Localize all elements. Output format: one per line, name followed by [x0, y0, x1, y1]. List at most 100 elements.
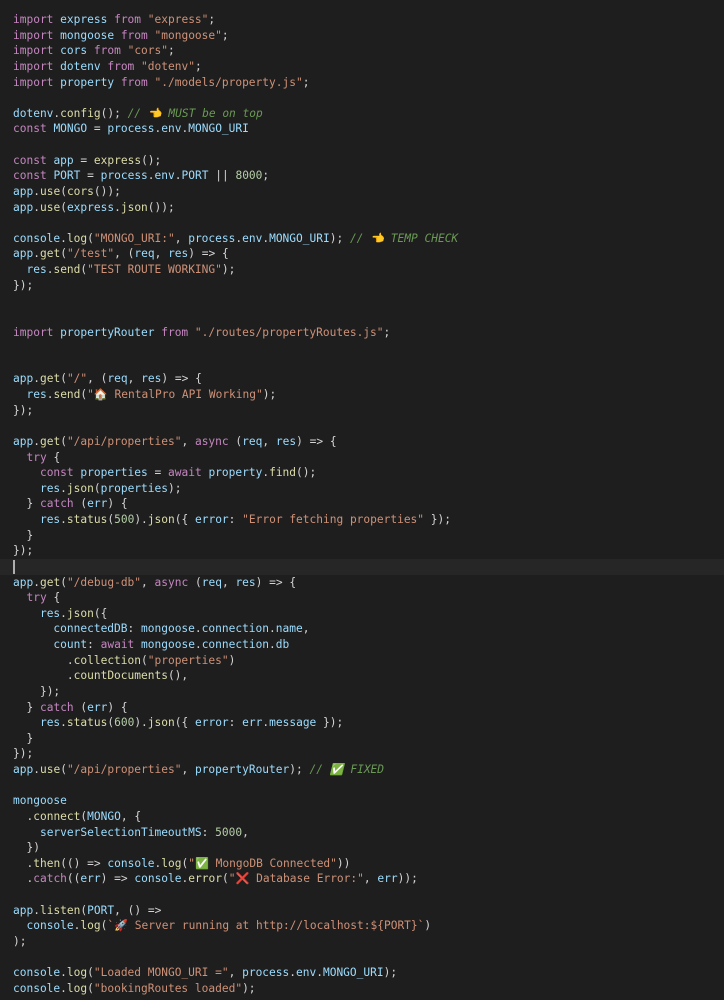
code-line[interactable] [0, 90, 724, 106]
code-punctuation: : [127, 622, 135, 636]
code-line[interactable]: res.json({ [0, 606, 724, 622]
code-line[interactable]: } catch (err) { [0, 700, 724, 716]
code-line[interactable]: } [0, 731, 724, 747]
code-template-string: `🚀 Server running at http://localhost:${… [107, 919, 425, 933]
code-function: express [93, 153, 142, 167]
code-punctuation: ( [194, 575, 202, 589]
code-punctuation: ) [107, 497, 115, 511]
code-punctuation: : [201, 825, 209, 839]
code-line[interactable] [0, 137, 724, 153]
code-line[interactable]: }); [0, 543, 724, 559]
code-line[interactable] [0, 778, 724, 794]
code-line[interactable]: res.send("🏠 RentalPro API Working"); [0, 387, 724, 403]
code-identifier: connection [201, 638, 270, 651]
code-line[interactable]: console.log("bookingRoutes loaded"); [0, 981, 724, 997]
code-line[interactable]: try { [0, 590, 724, 606]
code-variable: mongoose [141, 638, 195, 651]
code-line[interactable]: .collection("properties") [0, 653, 724, 669]
code-variable: console [13, 966, 61, 980]
code-line[interactable]: import property from "./models/property.… [0, 75, 724, 91]
code-identifier: connection [201, 622, 270, 636]
code-identifier: error [194, 513, 229, 526]
code-line[interactable]: const MONGO = process.env.MONGO_URI [0, 121, 724, 137]
code-keyword: catch [33, 872, 67, 886]
code-line[interactable] [0, 309, 724, 325]
code-punctuation: ; [208, 13, 216, 26]
code-line[interactable]: import dotenv from "dotenv"; [0, 59, 724, 75]
code-line[interactable] [0, 215, 724, 231]
code-function: send [53, 388, 81, 401]
code-line[interactable]: app.use(express.json()); [0, 200, 724, 216]
code-line[interactable]: import cors from "cors"; [0, 43, 724, 59]
code-variable: propertyRouter [60, 325, 155, 339]
code-line[interactable]: .connect(MONGO, { [0, 809, 724, 825]
code-line[interactable]: }); [0, 746, 724, 762]
code-line[interactable] [0, 293, 724, 309]
code-punctuation: ; [168, 44, 175, 58]
code-line[interactable] [0, 950, 724, 966]
code-punctuation: ( [87, 966, 94, 980]
code-line[interactable]: mongoose [0, 793, 724, 809]
code-line[interactable]: res.json(properties); [0, 481, 724, 497]
code-line[interactable]: app.use(cors()); [0, 184, 724, 200]
code-line[interactable]: app.use("/api/properties", propertyRoute… [0, 762, 724, 778]
code-line[interactable]: }); [0, 684, 724, 700]
code-line[interactable]: ); [0, 934, 724, 950]
code-variable: dotenv [13, 106, 54, 120]
code-identifier: name [275, 622, 303, 636]
code-function: get [39, 434, 61, 448]
code-line[interactable]: count: await mongoose.connection.db [0, 637, 724, 653]
code-line[interactable] [0, 887, 724, 903]
code-punctuation: , [114, 247, 121, 261]
code-line[interactable]: app.get("/", (req, res) => { [0, 371, 724, 387]
code-line[interactable]: console.log(`🚀 Server running at http://… [0, 918, 724, 934]
code-punctuation: (); [141, 153, 162, 167]
code-line[interactable]: res.send("TEST ROUTE WORKING"); [0, 262, 724, 278]
code-punctuation: = [154, 466, 162, 480]
code-punctuation: { [120, 497, 128, 511]
code-line[interactable]: .catch((err) => console.error("❌ Databas… [0, 871, 724, 887]
code-line[interactable]: const app = express(); [0, 153, 724, 169]
code-line[interactable]: import propertyRouter from "./routes/pro… [0, 325, 724, 341]
code-function: json [66, 481, 94, 495]
code-line[interactable]: console.log("Loaded MONGO_URI =", proces… [0, 965, 724, 981]
code-line[interactable]: .then(() => console.log("✅ MongoDB Conne… [0, 856, 724, 872]
code-punctuation: . [269, 622, 276, 636]
code-line[interactable]: try { [0, 450, 724, 466]
code-line[interactable] [0, 418, 724, 434]
code-line[interactable]: app.get("/debug-db", async (req, res) =>… [0, 575, 724, 591]
code-line[interactable]: }) [0, 840, 724, 856]
code-punctuation: || [215, 169, 229, 183]
code-punctuation: , [181, 434, 189, 448]
code-function: listen [39, 903, 81, 917]
code-variable: res [39, 716, 61, 730]
code-line[interactable] [0, 356, 724, 372]
code-line[interactable]: dotenv.config(); // 👈 MUST be on top [0, 106, 724, 122]
code-line[interactable]: } catch (err) { [0, 496, 724, 512]
code-line[interactable]: connectedDB: mongoose.connection.name, [0, 621, 724, 637]
code-line[interactable] [0, 340, 724, 356]
code-line[interactable]: .countDocuments(), [0, 668, 724, 684]
code-line[interactable]: import express from "express"; [0, 12, 724, 28]
code-string: "TEST ROUTE WORKING" [87, 263, 222, 276]
code-line[interactable]: import mongoose from "mongoose"; [0, 28, 724, 44]
code-line[interactable]: app.get("/test", (req, res) => { [0, 246, 724, 262]
code-line[interactable]: app.get("/api/properties", async (req, r… [0, 434, 724, 450]
code-line[interactable]: console.log("MONGO_URI:", process.env.MO… [0, 231, 724, 247]
code-line[interactable]: const PORT = process.env.PORT || 8000; [0, 168, 724, 184]
code-string: "./routes/propertyRoutes.js" [194, 325, 384, 339]
code-line[interactable]: res.status(500).json({ error: "Error fet… [0, 512, 724, 528]
code-line[interactable]: }); [0, 403, 724, 419]
code-punctuation: ) [228, 653, 236, 667]
code-line[interactable]: }); [0, 278, 724, 294]
code-line[interactable] [0, 558, 724, 575]
code-line[interactable]: const properties = await property.find()… [0, 465, 724, 481]
code-line[interactable]: } [0, 528, 724, 544]
code-line[interactable]: res.status(600).json({ error: err.messag… [0, 715, 724, 731]
code-line[interactable]: serverSelectionTimeoutMS: 5000, [0, 825, 724, 841]
code-variable: app [13, 372, 34, 386]
code-identifier: env [161, 122, 182, 136]
code-line[interactable]: app.listen(PORT, () => [0, 903, 724, 919]
code-variable: req [134, 247, 155, 261]
code-editor[interactable]: import express from "express"; import mon… [0, 0, 724, 1000]
